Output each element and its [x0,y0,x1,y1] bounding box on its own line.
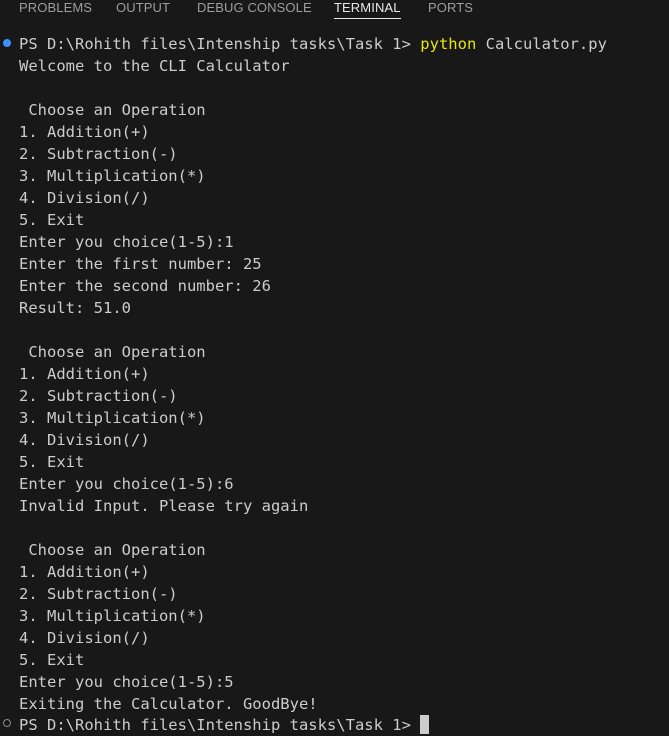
terminal-line: Invalid Input. Please try again [19,497,309,515]
terminal-line: Result: 51.0 [19,299,131,317]
terminal-line: Enter the first number: 25 [19,255,262,273]
terminal-line: Enter the second number: 26 [19,277,271,295]
terminal-line: 2. Subtraction(-) [19,387,178,405]
terminal-prompt: PS D:\Rohith files\Intenship tasks\Task … [19,716,421,734]
terminal-line: 5. Exit [19,211,85,229]
terminal-line: 2. Subtraction(-) [19,585,178,603]
terminal-command-arg: Calculator.py [476,35,607,53]
terminal-line: 4. Division(/) [19,629,150,647]
terminal-line: Enter you choice(1-5):1 [19,233,234,251]
terminal-line: 3. Multiplication(*) [19,607,206,625]
command-decoration-icon[interactable] [3,719,11,727]
terminal-line: Choose an Operation [19,101,206,119]
terminal-line: Enter you choice(1-5):6 [19,475,234,493]
terminal-command-line: PS D:\Rohith files\Intenship tasks\Task … [19,33,607,55]
terminal-line: 3. Multiplication(*) [19,409,206,427]
terminal-prompt: PS D:\Rohith files\Intenship tasks\Task … [19,35,421,53]
terminal-line: Welcome to the CLI Calculator [19,57,290,75]
terminal-line: Enter you choice(1-5):5 [19,673,234,691]
terminal-line: 4. Division(/) [19,189,150,207]
terminal-output[interactable]: PS D:\Rohith files\Intenship tasks\Task … [0,0,669,735]
terminal-input-line[interactable]: PS D:\Rohith files\Intenship tasks\Task … [19,714,430,736]
terminal-line: 1. Addition(+) [19,563,150,581]
terminal-line: 3. Multiplication(*) [19,167,206,185]
terminal-line: 5. Exit [19,453,85,471]
terminal-line: Choose an Operation [19,343,206,361]
terminal-line: Exiting the Calculator. GoodBye! [19,695,318,713]
terminal-line: 2. Subtraction(-) [19,145,178,163]
terminal-line: Choose an Operation [19,541,206,559]
terminal-line: 4. Division(/) [19,431,150,449]
terminal-line: 1. Addition(+) [19,123,150,141]
terminal-line: 1. Addition(+) [19,365,150,383]
command-success-decoration-icon[interactable] [3,39,11,47]
terminal-cursor [420,715,430,734]
terminal-command: python [420,35,477,53]
terminal-line: 5. Exit [19,651,85,669]
